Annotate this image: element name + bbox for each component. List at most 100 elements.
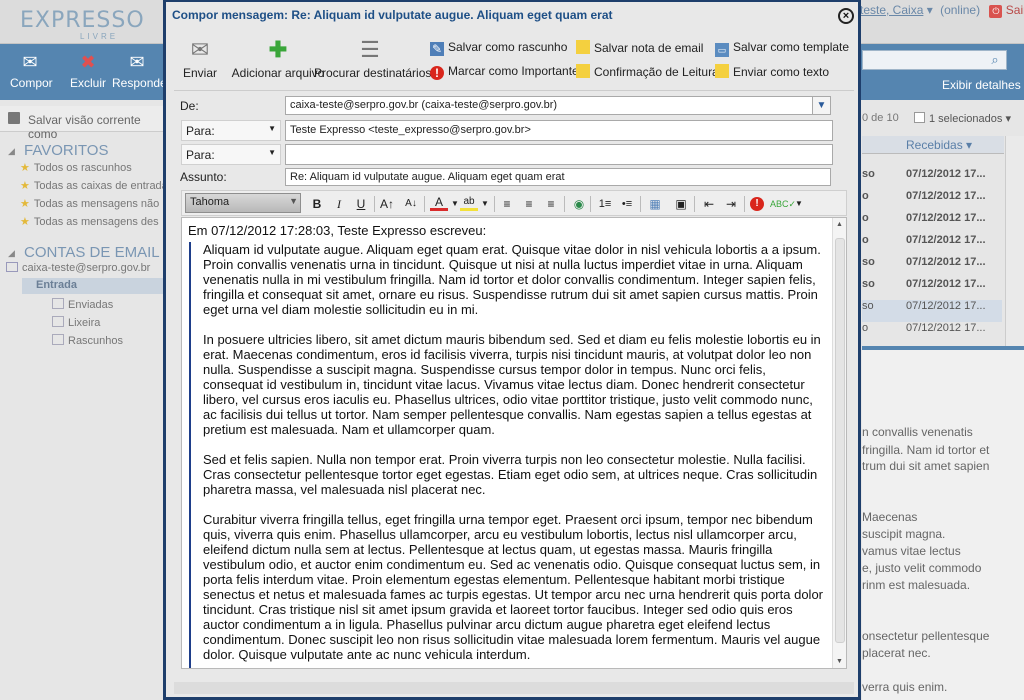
table-icon[interactable]: ▦ (646, 195, 664, 213)
link-icon[interactable]: ◉ (570, 195, 588, 213)
ordered-list-icon[interactable]: 1≡ (596, 195, 614, 213)
quoted-text: Aliquam id vulputate augue. Aliquam eget… (189, 242, 825, 668)
favorite-item[interactable]: ★ Todas as caixas de entrada (20, 179, 168, 192)
separator (494, 196, 495, 212)
outdent-icon[interactable]: ⇤ (700, 195, 718, 213)
image-icon[interactable]: ▣ (672, 195, 690, 213)
to-field-2[interactable] (285, 144, 833, 165)
preview-line: fringilla. Nam id tortor et (862, 443, 990, 457)
save-draft-button[interactable]: ✎ Salvar como rascunho (430, 40, 567, 56)
align-center-icon[interactable]: ≡ (520, 195, 538, 213)
font-size-decrease-icon[interactable]: A↓ (402, 195, 420, 213)
subject-input[interactable]: Re: Aliquam id vulputate augue. Aliquam … (285, 168, 831, 186)
message-body-editor[interactable]: Em 07/12/2012 17:28:03, Teste Expresso e… (181, 217, 847, 669)
folder-rascunhos[interactable]: Rascunhos (52, 334, 123, 347)
favorite-item[interactable]: ★ Todas as mensagens não (20, 197, 159, 210)
favoritos-title: FAVORITOS (24, 142, 109, 159)
close-icon[interactable]: × (838, 8, 854, 24)
search-icon[interactable]: ⌕ (986, 52, 1004, 68)
italic-icon[interactable]: I (330, 195, 348, 213)
spellcheck-icon[interactable]: ABC✓ (770, 195, 796, 213)
separator (564, 196, 565, 212)
compose-label: Compor (10, 76, 53, 90)
table-row[interactable]: o 07/12/2012 17... (862, 190, 1002, 212)
compose-icon: ✉ (22, 52, 38, 72)
collapse-arrow-icon[interactable]: ◢ (8, 248, 15, 259)
separator (640, 196, 641, 212)
compose-button[interactable]: ✉ Compor (10, 52, 53, 90)
warning-icon[interactable]: ! (750, 197, 764, 211)
reply-intro: Em 07/12/2012 17:28:03, Teste Expresso e… (188, 223, 487, 238)
to-type-select-2[interactable]: Para: ▼ (181, 144, 281, 165)
template-icon: ▭ (715, 43, 729, 57)
divider (174, 90, 854, 91)
indent-icon[interactable]: ⇥ (722, 195, 740, 213)
reply-icon: ✉ (129, 52, 145, 72)
save-view-bar[interactable]: Salvar visão corrente como (0, 106, 170, 141)
from-label: De: (180, 99, 199, 113)
from-select[interactable]: caixa-teste@serpro.gov.br (caixa-teste@s… (285, 96, 815, 115)
save-template-button[interactable]: ▭ Salvar como template (715, 40, 849, 57)
note-icon (576, 40, 590, 54)
scroll-thumb[interactable] (835, 238, 845, 643)
bold-icon[interactable]: B (308, 195, 326, 213)
delete-button[interactable]: ✖ Excluir (68, 52, 108, 90)
favorite-item[interactable]: ★ Todas as mensagens des (20, 215, 159, 228)
delete-icon: ✖ (80, 52, 96, 72)
table-row[interactable]: so 07/12/2012 17... (862, 256, 1002, 278)
table-row[interactable]: so 07/12/2012 17... (862, 168, 1002, 190)
preview-line: vamus vitae lectus (862, 544, 961, 558)
favorite-item[interactable]: ★ Todos os rascunhos (20, 161, 132, 174)
align-right-icon[interactable]: ≡ (542, 195, 560, 213)
table-row[interactable]: o 07/12/2012 17... (862, 322, 1002, 344)
receipt-icon (576, 64, 590, 78)
resize-handle[interactable] (174, 682, 854, 694)
column-recebidas[interactable]: Recebidas ▾ (906, 138, 972, 152)
dialog-title: Compor mensagem: Re: Aliquam id vulputat… (172, 8, 613, 22)
chevron-down-icon[interactable]: ▼ (812, 96, 831, 115)
align-left-icon[interactable]: ≡ (498, 195, 516, 213)
font-size-increase-icon[interactable]: A↑ (378, 195, 396, 213)
text-icon (715, 64, 729, 78)
read-receipt-button[interactable]: Confirmação de Leitura (576, 64, 719, 79)
table-row[interactable]: o 07/12/2012 17... (862, 234, 1002, 256)
font-select[interactable]: Tahoma ▼ (185, 193, 301, 213)
send-as-text-button[interactable]: Enviar como texto (715, 64, 829, 79)
quoted-paragraph: In posuere ultricies libero, sit amet di… (203, 332, 821, 437)
to-field[interactable]: Teste Expresso <teste_expresso@serpro.go… (285, 120, 833, 141)
folder-lixeira[interactable]: Lixeira (52, 316, 100, 329)
selection-count[interactable]: 1 selecionados ▾ (914, 112, 1011, 125)
collapse-arrow-icon[interactable]: ◢ (8, 146, 15, 157)
underline-icon[interactable]: U (352, 195, 370, 213)
mark-important-button[interactable]: ! Marcar como Importante (430, 64, 579, 80)
account-item[interactable]: caixa-teste@serpro.gov.br (6, 262, 150, 274)
chevron-down-icon[interactable]: ▼ (476, 195, 494, 213)
save-note-button[interactable]: Salvar nota de email (576, 40, 703, 55)
editor-scrollbar[interactable]: ▲ ▼ (832, 218, 846, 668)
logout-link[interactable]: Sair (1006, 3, 1024, 17)
preview-line: rinm est malesuada. (862, 578, 971, 592)
chevron-down-icon[interactable]: ▾ (923, 3, 936, 17)
scroll-up-icon[interactable]: ▲ (836, 221, 843, 228)
scroll-down-icon[interactable]: ▼ (836, 658, 843, 665)
reply-button[interactable]: ✉ Responde (112, 52, 167, 90)
folder-enviadas[interactable]: Enviadas (52, 298, 113, 311)
to-type-select[interactable]: Para: ▼ (181, 120, 281, 141)
folder-entrada[interactable]: Entrada (22, 278, 165, 294)
table-row-selected[interactable]: so 07/12/2012 17... (862, 300, 1002, 322)
power-icon[interactable]: ⏻ (989, 5, 1003, 18)
table-row[interactable]: o 07/12/2012 17... (862, 212, 1002, 234)
list-scrollbar[interactable] (1005, 136, 1024, 346)
unordered-list-icon[interactable]: •≡ (618, 195, 636, 213)
checkbox-icon (914, 112, 925, 123)
draft-icon (52, 334, 64, 345)
find-recipients-button[interactable]: ☰ Procurar destinatários (314, 38, 431, 81)
table-row[interactable]: so 07/12/2012 17... (862, 278, 1002, 300)
show-details-link[interactable]: Exibir detalhes (942, 78, 1021, 92)
folder-icon (52, 298, 64, 309)
send-button[interactable]: ✉ Enviar (178, 37, 222, 81)
send-icon: ✉ (190, 37, 210, 62)
user-menu[interactable]: teste, Caixa (860, 3, 923, 17)
compose-dialog: Compor mensagem: Re: Aliquam id vulputat… (163, 0, 861, 700)
chevron-down-icon[interactable]: ▼ (790, 195, 808, 213)
